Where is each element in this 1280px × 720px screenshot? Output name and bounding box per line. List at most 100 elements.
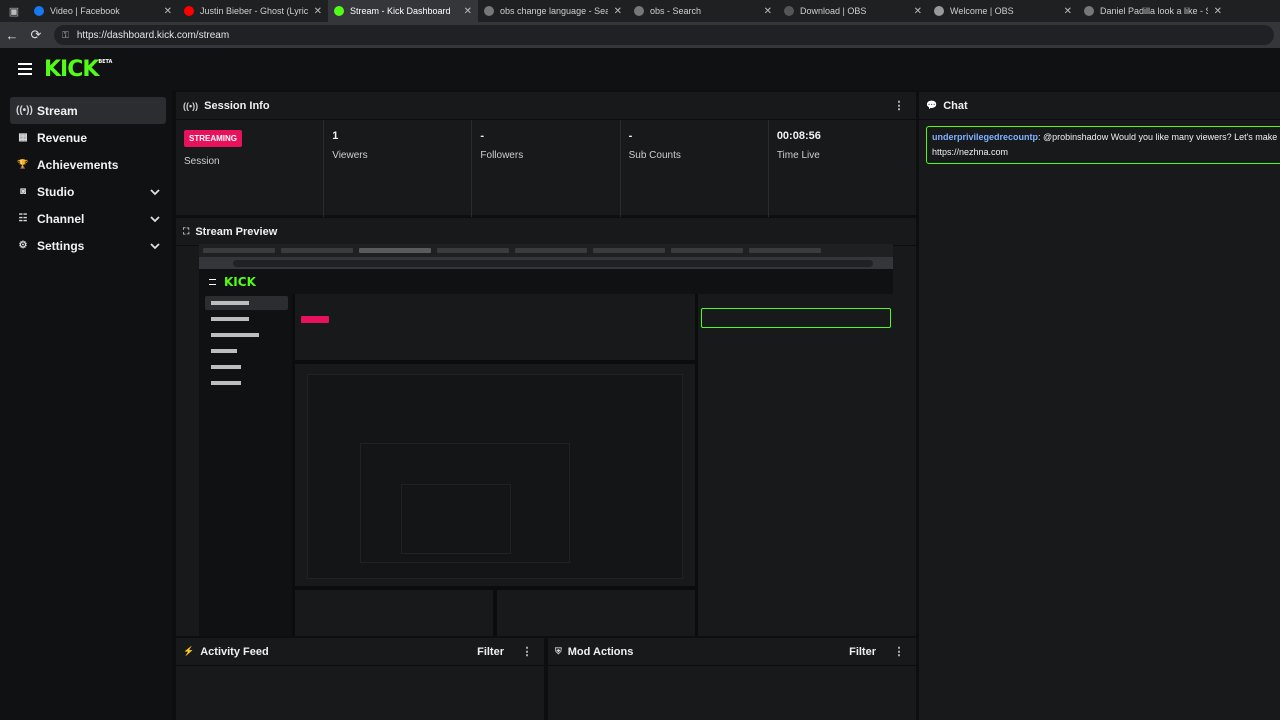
sidebar: ((•)) Stream ▦ Revenue 🏆 Achievements ◙ Studio ☷…: [0, 90, 172, 720]
panel-title: Stream Preview: [195, 225, 278, 238]
channel-icon: ☷: [18, 213, 28, 224]
sidebar-item-stream[interactable]: ((•)) Stream: [10, 97, 166, 124]
tab-title: obs change language - Search: [500, 6, 608, 16]
tab-overview-icon[interactable]: ▣: [0, 0, 28, 22]
sidebar-item-label: Channel: [37, 211, 85, 226]
broadcast-icon: ((•)): [183, 100, 199, 111]
chat-bubble-icon: 💬: [926, 100, 938, 110]
preview-tab-strip: [199, 244, 893, 257]
preview-header: KICK: [199, 269, 893, 294]
preview-sidebar: [199, 294, 292, 636]
preview-chat-message: [701, 308, 891, 328]
preview-logo: KICK: [224, 274, 256, 289]
lightning-icon: ⚡: [183, 646, 195, 656]
more-options-icon[interactable]: ⋮: [890, 99, 908, 112]
sidebar-item-label: Achievements: [37, 157, 119, 172]
more-options-icon[interactable]: ⋮: [518, 645, 536, 658]
close-icon[interactable]: ✕: [314, 6, 322, 17]
chat-username[interactable]: underprivilegedrecountp: [932, 132, 1038, 142]
browser-tab[interactable]: Justin Bieber - Ghost (Lyrics) ✕: [178, 0, 328, 22]
broadcast-icon: ((•)): [16, 105, 33, 116]
studio-icon: ◙: [19, 186, 27, 197]
tab-title: Justin Bieber - Ghost (Lyrics): [200, 6, 308, 16]
sidebar-item-studio[interactable]: ◙ Studio: [10, 178, 166, 205]
close-icon[interactable]: ✕: [1064, 6, 1072, 17]
chevron-down-icon[interactable]: [148, 185, 162, 199]
search-icon: [634, 6, 644, 16]
preview-icon: ⛶: [183, 226, 190, 236]
chat-text: : @probinshadow Would you like many view…: [1038, 132, 1278, 142]
search-icon: [484, 6, 494, 16]
stat-value: -: [628, 130, 633, 142]
tab-title: Daniel Padilla look a like - Search: [1100, 6, 1208, 16]
chevron-down-icon[interactable]: [148, 212, 162, 226]
sidebar-item-achievements[interactable]: 🏆 Achievements: [10, 151, 166, 178]
back-arrow-icon[interactable]: ←: [0, 23, 24, 47]
stat-caption: Time Live: [776, 150, 820, 161]
chat-link[interactable]: https://nezhna.com: [932, 147, 1008, 157]
session-info-header: ((•)) Session Info ⋮: [176, 92, 916, 120]
sidebar-item-settings[interactable]: ⚙ Settings: [10, 232, 166, 259]
preview-address-bar: [199, 257, 893, 269]
status-badge: STREAMING: [184, 130, 242, 147]
filter-button[interactable]: Filter: [477, 646, 504, 658]
filter-button[interactable]: Filter: [849, 646, 876, 658]
panel-title: Chat: [943, 99, 968, 112]
stat-value: 00:08:56: [776, 130, 821, 142]
beta-label: BETA: [98, 58, 113, 65]
stat-value: -: [480, 130, 485, 142]
browser-tab[interactable]: obs - Search ✕: [628, 0, 778, 22]
more-options-icon[interactable]: ⋮: [890, 645, 908, 658]
close-icon[interactable]: ✕: [764, 6, 772, 17]
obs-icon: [784, 6, 794, 16]
sidebar-item-channel[interactable]: ☷ Channel: [10, 205, 166, 232]
browser-tab[interactable]: Download | OBS ✕: [778, 0, 928, 22]
stat-sub-counts: - Sub Counts: [621, 120, 769, 217]
close-icon[interactable]: ✕: [614, 6, 622, 17]
panel-title: Mod Actions: [567, 645, 634, 658]
sidebar-item-label: Stream: [37, 103, 78, 118]
close-icon[interactable]: ✕: [1214, 6, 1222, 17]
chat-message[interactable]: underprivilegedrecountp: @probinshadow W…: [926, 126, 1280, 164]
sidebar-item-label: Settings: [37, 238, 85, 253]
search-icon: [1084, 6, 1094, 16]
close-icon[interactable]: ✕: [914, 6, 922, 17]
gear-icon: ⚙: [18, 240, 28, 251]
chat-header: 💬 Chat: [919, 92, 1280, 120]
close-icon[interactable]: ✕: [464, 6, 472, 17]
activity-feed-panel: ⚡ Activity Feed Filter ⋮: [176, 638, 544, 720]
stat-caption: Session: [184, 156, 220, 167]
stat-caption: Viewers: [332, 150, 368, 161]
facebook-icon: [34, 6, 44, 16]
stat-viewers: 1 Viewers: [324, 120, 473, 217]
kick-icon: [334, 6, 344, 16]
sidebar-item-revenue[interactable]: ▦ Revenue: [10, 124, 166, 151]
preview-main: [295, 294, 695, 636]
stat-value: 1: [332, 130, 339, 142]
url-field[interactable]: ⚿ https://dashboard.kick.com/stream: [54, 25, 1274, 45]
browser-tab[interactable]: Daniel Padilla look a like - Search ✕: [1078, 0, 1228, 22]
session-info-panel: ((•)) Session Info ⋮ STREAMING Session 1 Vi…: [176, 92, 916, 217]
shield-icon: ⛨: [555, 646, 562, 656]
mod-actions-header: ⛨ Mod Actions Filter ⋮: [548, 638, 916, 666]
browser-tab-strip: ▣ Video | Facebook ✕ Justin Bieber - Ghost…: [0, 0, 1280, 22]
chevron-down-icon[interactable]: [148, 239, 162, 253]
close-icon[interactable]: ✕: [164, 6, 172, 17]
site-info-icon[interactable]: ⚿: [62, 30, 69, 41]
mod-actions-panel: ⛨ Mod Actions Filter ⋮: [548, 638, 916, 720]
kick-logo[interactable]: KICK BETA: [44, 57, 112, 82]
sidebar-item-label: Revenue: [37, 130, 88, 145]
session-stats: STREAMING Session 1 Viewers - Followers - Sub C…: [176, 120, 916, 217]
reload-icon[interactable]: ⟳: [24, 23, 48, 47]
app-header: KICK BETA: [0, 48, 1280, 90]
browser-tab[interactable]: Stream - Kick Dashboard ✕: [328, 0, 478, 22]
stream-preview-video[interactable]: KICK: [199, 244, 893, 636]
trophy-icon: 🏆: [17, 159, 29, 169]
hamburger-menu-icon[interactable]: [18, 63, 32, 75]
browser-tab[interactable]: Video | Facebook ✕: [28, 0, 178, 22]
panel-title: Activity Feed: [200, 645, 269, 658]
browser-tab[interactable]: Welcome | OBS ✕: [928, 0, 1078, 22]
stat-followers: - Followers: [472, 120, 621, 217]
browser-tab[interactable]: obs change language - Search ✕: [478, 0, 628, 22]
tab-title: Video | Facebook: [50, 6, 120, 16]
